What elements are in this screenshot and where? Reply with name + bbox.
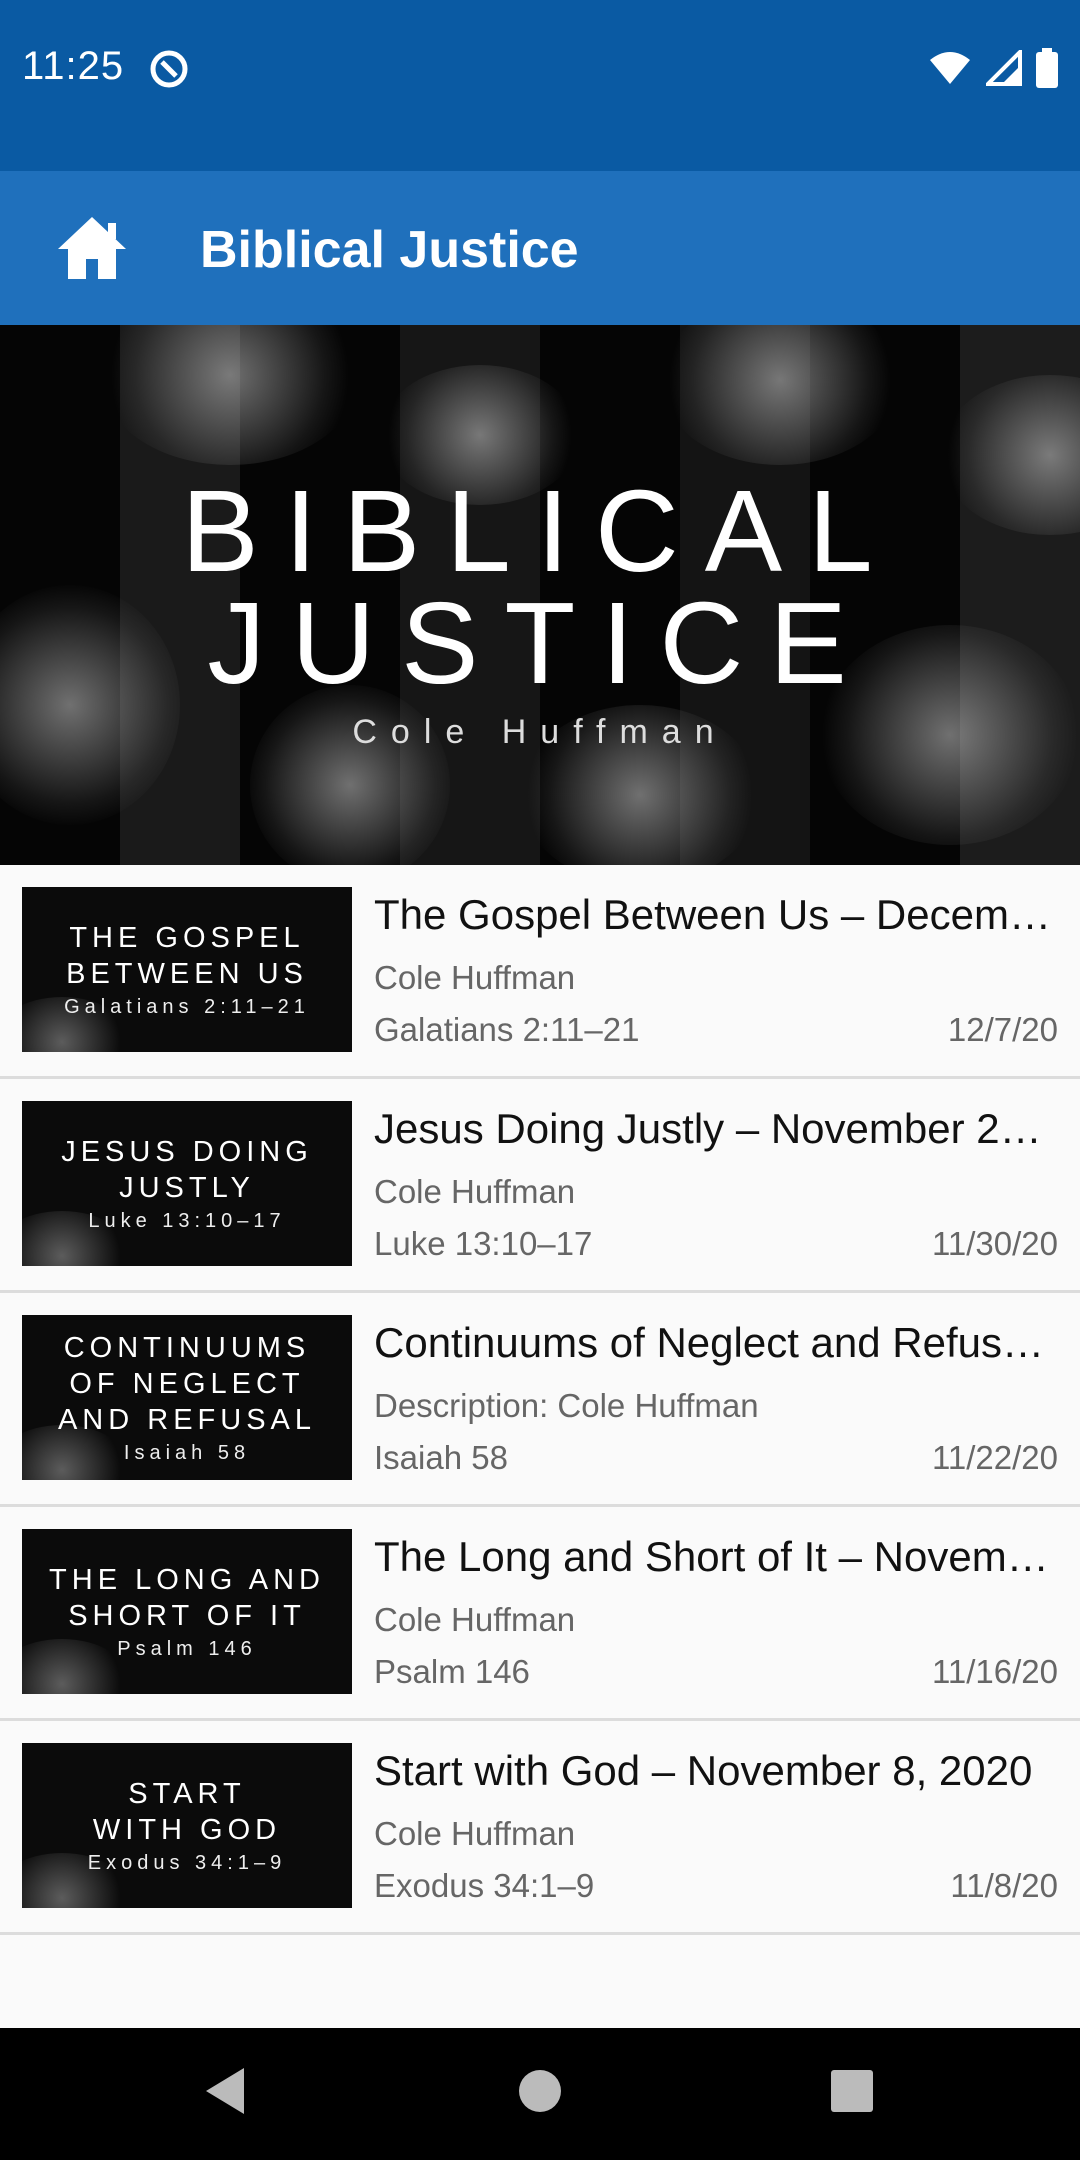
thumbnail-title-line: THE LONG AND [49, 1563, 325, 1596]
home-icon[interactable] [56, 215, 128, 281]
status-icons [928, 48, 1058, 88]
thumbnail-title-line: BETWEEN US [66, 957, 308, 990]
status-bar: 11:25 [0, 0, 1080, 171]
recents-icon[interactable] [830, 2066, 874, 2116]
thumbnail-title-line: JESUS DOING [61, 1135, 313, 1168]
sermon-date: 11/22/20 [931, 1439, 1058, 1476]
status-time: 11:25 [22, 44, 125, 88]
sermon-date: 12/7/20 [947, 1011, 1058, 1048]
sermon-passage: Exodus 34:1–9 [374, 1867, 595, 1904]
battery-icon [1036, 48, 1058, 88]
thumbnail-passage: Luke 13:10–17 [88, 1209, 286, 1232]
sermon-author: Cole Huffman [374, 1815, 576, 1852]
banner-title-line2: JUSTICE [207, 578, 873, 708]
sermon-thumbnail: THE LONG AND SHORT OF IT Psalm 146 [22, 1529, 352, 1694]
sermon-thumbnail: START WITH GOD Exodus 34:1–9 [22, 1743, 352, 1908]
sermon-thumbnail: THE GOSPEL BETWEEN US Galatians 2:11–21 [22, 887, 352, 1052]
home-circle-icon[interactable] [518, 2066, 562, 2116]
sermon-passage: Luke 13:10–17 [374, 1225, 593, 1262]
thumbnail-title-line: AND REFUSAL [57, 1403, 317, 1436]
app-bar: Biblical Justice [0, 171, 1080, 325]
thumbnail-title-line: OF NEGLECT [69, 1367, 305, 1400]
sermon-author: Cole Huffman [374, 959, 576, 996]
signal-icon [986, 50, 1022, 86]
thumbnail-passage: Psalm 146 [117, 1637, 257, 1660]
banner-speaker: Cole Huffman [352, 713, 728, 751]
sermon-passage: Psalm 146 [374, 1653, 530, 1690]
series-banner: BIBLICAL JUSTICE Cole Huffman [0, 325, 1080, 865]
sermon-title: Start with God – November 8, 2020 [374, 1747, 1033, 1794]
thumbnail-title-line: START [128, 1777, 246, 1810]
sermon-author: Description: Cole Huffman [374, 1387, 759, 1424]
thumbnail-passage: Galatians 2:11–21 [64, 995, 310, 1018]
sermon-list: THE GOSPEL BETWEEN US Galatians 2:11–21 … [0, 865, 1080, 1935]
sermon-author: Cole Huffman [374, 1601, 576, 1638]
sermon-date: 11/8/20 [950, 1867, 1058, 1904]
sermon-thumbnail: CONTINUUMS OF NEGLECT AND REFUSAL Isaiah… [22, 1315, 352, 1480]
back-icon[interactable] [204, 2066, 248, 2116]
system-nav-bar [0, 2028, 1080, 2160]
app-notification-icon [150, 50, 188, 88]
thumbnail-title-line: SHORT OF IT [68, 1599, 306, 1632]
page-title: Biblical Justice [200, 221, 579, 279]
sermon-passage: Galatians 2:11–21 [374, 1011, 640, 1048]
sermon-date: 11/30/20 [931, 1225, 1058, 1262]
sermon-item[interactable]: THE GOSPEL BETWEEN US Galatians 2:11–21 … [0, 865, 1080, 1079]
thumbnail-passage: Isaiah 58 [123, 1441, 251, 1464]
thumbnail-title-line: CONTINUUMS [63, 1331, 311, 1364]
sermon-item[interactable]: CONTINUUMS OF NEGLECT AND REFUSAL Isaiah… [0, 1293, 1080, 1507]
sermon-title: Continuums of Neglect and Refusal – Nove… [374, 1319, 1060, 1366]
sermon-item[interactable]: START WITH GOD Exodus 34:1–9 Start with … [0, 1721, 1080, 1935]
wifi-icon [930, 52, 970, 84]
thumbnail-title-line: THE GOSPEL [69, 921, 305, 954]
thumbnail-title-line: JUSTLY [119, 1171, 255, 1204]
sermon-thumbnail: JESUS DOING JUSTLY Luke 13:10–17 [22, 1101, 352, 1266]
sermon-title: The Long and Short of It – November 15, … [374, 1533, 1060, 1580]
sermon-date: 11/16/20 [931, 1653, 1058, 1690]
thumbnail-passage: Exodus 34:1–9 [87, 1851, 287, 1874]
sermon-item[interactable]: THE LONG AND SHORT OF IT Psalm 146 The L… [0, 1507, 1080, 1721]
sermon-title: The Gospel Between Us – December 6, 2020 [374, 891, 1060, 938]
sermon-passage: Isaiah 58 [374, 1439, 508, 1476]
thumbnail-title-line: WITH GOD [92, 1813, 282, 1846]
banner-title-line1: BIBLICAL [181, 466, 899, 596]
sermon-author: Cole Huffman [374, 1173, 576, 1210]
sermon-title: Jesus Doing Justly – November 29, 2020 [374, 1105, 1060, 1152]
sermon-item[interactable]: JESUS DOING JUSTLY Luke 13:10–17 Jesus D… [0, 1079, 1080, 1293]
